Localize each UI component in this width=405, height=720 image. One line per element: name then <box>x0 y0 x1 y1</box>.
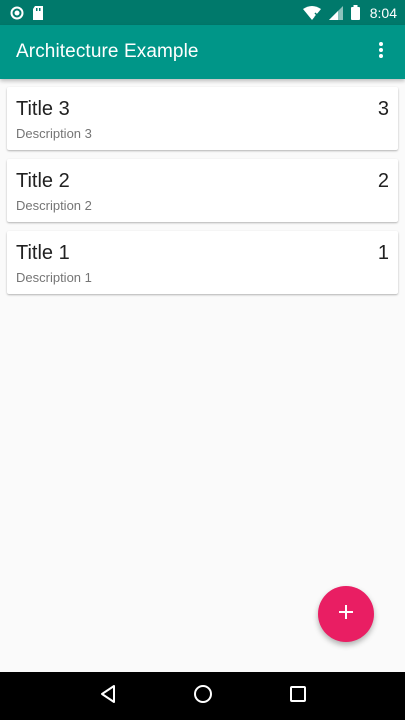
more-vert-icon <box>378 41 384 64</box>
status-time: 8:04 <box>369 4 397 21</box>
back-icon <box>99 684 117 709</box>
app-bar: Architecture Example <box>0 25 405 79</box>
wifi-icon <box>302 5 321 20</box>
list-item[interactable]: Title 3 Description 3 3 <box>7 87 398 150</box>
screen: 8:04 Architecture Example Title 3 Descri… <box>0 0 405 720</box>
sd-card-icon <box>32 5 44 20</box>
list-item[interactable]: Title 2 Description 2 2 <box>7 159 398 222</box>
item-count: 1 <box>377 242 389 264</box>
recents-icon <box>289 685 307 708</box>
home-icon <box>193 684 213 709</box>
item-list: Title 3 Description 3 3 Title 2 Descript… <box>7 87 398 303</box>
recents-button[interactable] <box>278 676 318 716</box>
item-count: 3 <box>377 98 389 120</box>
status-bar: 8:04 <box>0 0 405 25</box>
item-title: Title 1 <box>16 242 70 264</box>
item-count: 2 <box>377 170 389 192</box>
navigation-bar <box>0 672 405 720</box>
add-icon <box>338 604 354 625</box>
home-button[interactable] <box>183 676 223 716</box>
item-description: Description 3 <box>16 126 92 141</box>
item-description: Description 1 <box>16 270 92 285</box>
item-title: Title 2 <box>16 170 70 192</box>
list-item[interactable]: Title 1 Description 1 1 <box>7 231 398 294</box>
item-title: Title 3 <box>16 98 70 120</box>
cell-signal-icon <box>328 5 343 20</box>
add-item-fab[interactable] <box>318 586 374 642</box>
battery-icon <box>350 5 360 20</box>
overflow-menu-button[interactable] <box>369 40 393 64</box>
item-description: Description 2 <box>16 198 92 213</box>
circle-notification-icon <box>10 6 24 20</box>
app-title: Architecture Example <box>16 41 199 62</box>
back-button[interactable] <box>88 676 128 716</box>
